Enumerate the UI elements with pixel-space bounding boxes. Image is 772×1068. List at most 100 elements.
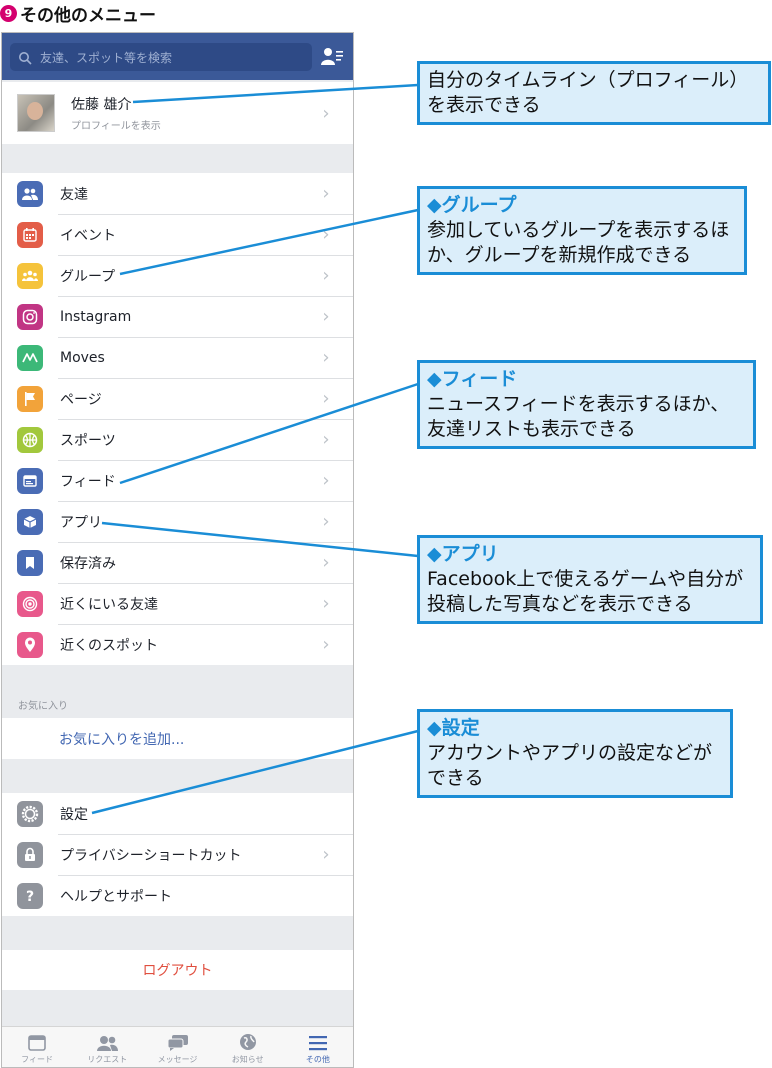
callout-apps-title: ◆アプリ bbox=[427, 543, 499, 565]
svg-text:?: ? bbox=[26, 889, 34, 904]
section-title: その他のメニュー bbox=[20, 5, 156, 26]
search-input[interactable]: 友達、スポット等を検索 bbox=[10, 43, 312, 71]
cube-icon bbox=[17, 508, 43, 535]
messages-tab-icon bbox=[167, 1035, 188, 1051]
chevron-right-icon: › bbox=[322, 102, 330, 124]
callout-settings: ◆設定 アカウントやアプリの設定などができる bbox=[417, 709, 733, 798]
profile-section: 佐藤 雄介 プロフィールを表示 › bbox=[2, 82, 353, 144]
menu-item-label: イベント bbox=[60, 227, 116, 244]
feed-icon bbox=[17, 467, 43, 494]
avatar bbox=[17, 94, 55, 132]
chevron-right-icon: › bbox=[322, 844, 330, 865]
settings-menu: 設定 プライバシーショートカット ›? ヘルプとサポート bbox=[2, 793, 353, 916]
tab-requests[interactable]: リクエスト bbox=[72, 1027, 142, 1067]
lock-icon bbox=[17, 841, 43, 868]
callout-feed-title: ◆フィード bbox=[427, 368, 518, 390]
sports-icon bbox=[17, 426, 43, 453]
bookmark-icon bbox=[17, 549, 43, 576]
settings-item-gear[interactable]: 設定 bbox=[2, 793, 353, 834]
menu-item-label: ページ bbox=[60, 391, 102, 408]
menu-item-label: 保存済み bbox=[60, 555, 116, 572]
chevron-right-icon: › bbox=[322, 593, 330, 614]
tab-more[interactable]: その他 bbox=[283, 1027, 353, 1067]
top-bar: 友達、スポット等を検索 bbox=[2, 33, 353, 80]
callout-profile: 自分のタイムライン（プロフィール）を表示できる bbox=[417, 61, 771, 125]
menu-item-sports[interactable]: スポーツ › bbox=[2, 419, 353, 460]
tab-messages[interactable]: メッセージ bbox=[142, 1027, 212, 1067]
menu-item-label: Instagram bbox=[60, 308, 132, 325]
tab-requests-label: リクエスト bbox=[87, 1055, 128, 1064]
callout-groups-body: 参加しているグループを表示するほか、グループを新規作成できる bbox=[427, 219, 730, 266]
callout-settings-body: アカウントやアプリの設定などができる bbox=[427, 742, 713, 789]
profile-row[interactable]: 佐藤 雄介 プロフィールを表示 › bbox=[2, 82, 353, 144]
menu-tab-icon bbox=[308, 1036, 327, 1051]
search-placeholder: 友達、スポット等を検索 bbox=[40, 50, 173, 65]
chevron-right-icon: › bbox=[322, 347, 330, 368]
search-icon bbox=[18, 50, 32, 65]
chevron-right-icon: › bbox=[322, 265, 330, 286]
callout-groups: ◆グループ 参加しているグループを表示するほか、グループを新規作成できる bbox=[417, 186, 747, 275]
step-number-badge: 9 bbox=[0, 4, 17, 22]
tab-messages-label: メッセージ bbox=[157, 1055, 198, 1064]
profile-name: 佐藤 雄介 bbox=[71, 97, 132, 113]
menu-item-bookmark[interactable]: 保存済み › bbox=[2, 542, 353, 583]
chevron-right-icon: › bbox=[322, 429, 330, 450]
globe-tab-icon bbox=[239, 1034, 256, 1050]
callout-feed: ◆フィード ニュースフィードを表示するほか、友達リストも表示できる bbox=[417, 360, 756, 449]
callout-apps-body: Facebook上で使えるゲームや自分が投稿した写真などを表示できる bbox=[427, 568, 744, 615]
callout-apps: ◆アプリ Facebook上で使えるゲームや自分が投稿した写真などを表示できる bbox=[417, 535, 763, 624]
moves-icon bbox=[17, 344, 43, 371]
add-favorite-label: お気に入りを追加... bbox=[59, 731, 185, 748]
callout-groups-title: ◆グループ bbox=[427, 194, 517, 216]
menu-item-groups[interactable]: グループ › bbox=[2, 255, 353, 296]
friends-icon bbox=[17, 180, 43, 207]
settings-item-label: プライバシーショートカット bbox=[60, 847, 242, 864]
tab-more-label: その他 bbox=[305, 1055, 330, 1064]
menu-item-nearby-friends[interactable]: 近くにいる友達 › bbox=[2, 583, 353, 624]
bottom-tab-bar: フィード リクエスト メッセージ お知らせ その他 bbox=[2, 1026, 353, 1067]
menu-item-label: 友達 bbox=[60, 186, 88, 203]
add-favorite-button[interactable]: お気に入りを追加... bbox=[2, 718, 353, 759]
menu-item-friends[interactable]: 友達 › bbox=[2, 173, 353, 214]
instagram-icon bbox=[17, 303, 43, 330]
settings-item-lock[interactable]: プライバシーショートカット › bbox=[2, 834, 353, 875]
section-heading: 9 その他のメニュー bbox=[0, 0, 156, 26]
menu-item-flag[interactable]: ページ › bbox=[2, 378, 353, 419]
menu-item-calendar[interactable]: イベント › bbox=[2, 214, 353, 255]
tab-notifications-label: お知らせ bbox=[231, 1055, 264, 1064]
friend-list-icon[interactable] bbox=[321, 47, 343, 67]
menu-item-feed[interactable]: フィード › bbox=[2, 460, 353, 501]
callout-profile-body: 自分のタイムライン（プロフィール）を表示できる bbox=[427, 69, 749, 116]
chevron-right-icon: › bbox=[322, 634, 330, 655]
chevron-right-icon: › bbox=[322, 388, 330, 409]
flag-icon bbox=[17, 385, 43, 412]
menu-item-label: Moves bbox=[60, 349, 105, 366]
menu-item-cube[interactable]: アプリ › bbox=[2, 501, 353, 542]
tab-feed[interactable]: フィード bbox=[2, 1027, 72, 1067]
chevron-right-icon: › bbox=[322, 470, 330, 491]
chevron-right-icon: › bbox=[322, 306, 330, 327]
nearby-friends-icon bbox=[17, 590, 43, 617]
settings-item-label: ヘルプとサポート bbox=[60, 888, 172, 905]
tab-notifications[interactable]: お知らせ bbox=[213, 1027, 283, 1067]
groups-icon bbox=[17, 262, 43, 289]
menu-item-label: 近くにいる友達 bbox=[60, 596, 158, 613]
menu-item-label: グループ bbox=[60, 268, 116, 285]
help-icon: ? bbox=[17, 882, 43, 909]
menu-item-label: アプリ bbox=[60, 514, 102, 531]
logout-button[interactable]: ログアウト bbox=[2, 950, 353, 990]
feed-tab-icon bbox=[28, 1035, 46, 1051]
callout-settings-title: ◆設定 bbox=[427, 717, 480, 739]
menu-item-location-pin[interactable]: 近くのスポット › bbox=[2, 624, 353, 665]
phone-screen: 友達、スポット等を検索 佐藤 雄介 プロフィールを表示 › 友達 › イベント › グル… bbox=[1, 32, 354, 1068]
menu-item-label: フィード bbox=[60, 473, 116, 490]
menu-item-instagram[interactable]: Instagram › bbox=[2, 296, 353, 337]
menu-item-moves[interactable]: Moves › bbox=[2, 337, 353, 378]
calendar-icon bbox=[17, 221, 43, 248]
chevron-right-icon: › bbox=[322, 224, 330, 245]
logout-label: ログアウト bbox=[142, 963, 213, 979]
chevron-right-icon: › bbox=[322, 183, 330, 204]
settings-item-help[interactable]: ? ヘルプとサポート bbox=[2, 875, 353, 916]
chevron-right-icon: › bbox=[322, 552, 330, 573]
favorites-header: お気に入り bbox=[18, 701, 68, 712]
